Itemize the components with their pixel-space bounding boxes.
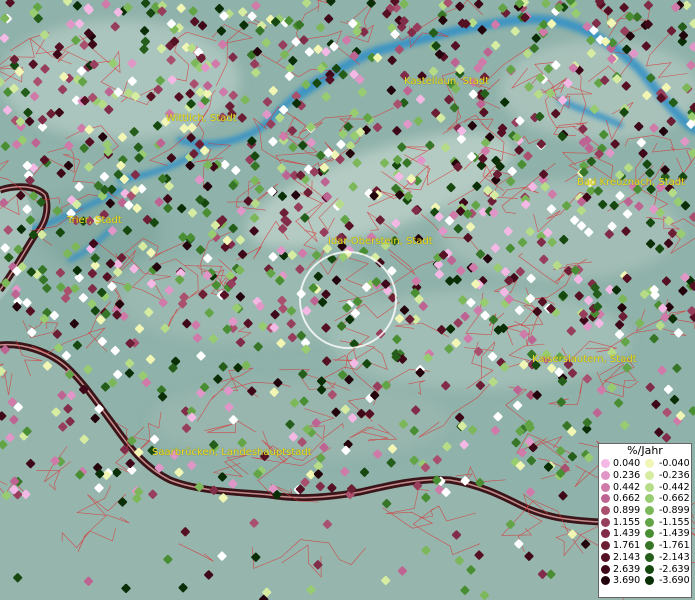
- legend-row: 2.143 -2.143: [601, 552, 691, 564]
- legend-value-negative: -0.442: [659, 481, 690, 493]
- city-label-wittlich: Wittlich, Stadt: [166, 113, 237, 124]
- legend-swatch-negative: [645, 459, 654, 469]
- legend-value-negative: -1.155: [659, 516, 690, 528]
- legend-swatch-positive: [601, 564, 610, 574]
- legend-value-positive: 0.662: [613, 493, 641, 505]
- legend-value-positive: 0.040: [613, 458, 641, 470]
- legend-swatch-negative: [645, 529, 654, 539]
- legend-swatch-positive: [601, 541, 610, 551]
- legend-value-negative: -3.690: [659, 575, 690, 587]
- legend-swatch-positive: [601, 471, 610, 481]
- legend-title: %/Jahr: [627, 444, 663, 457]
- legend-value-positive: 0.899: [613, 505, 641, 517]
- legend-row: 0.899 -0.899: [601, 505, 691, 517]
- legend-swatch-positive: [601, 482, 610, 492]
- legend-swatch-negative: [645, 517, 654, 527]
- legend-value-positive: 0.442: [613, 481, 641, 493]
- legend-value-negative: -0.662: [659, 493, 690, 505]
- legend-row: 3.690 -3.690: [601, 575, 691, 587]
- legend-value-positive: 1.155: [613, 516, 641, 528]
- legend-row: 1.155 -1.155: [601, 516, 691, 528]
- legend-swatch-negative: [645, 471, 654, 481]
- legend-value-negative: -1.439: [659, 528, 690, 540]
- legend-value-positive: 2.143: [613, 551, 641, 563]
- legend-swatch-positive: [601, 576, 610, 586]
- legend-swatch-negative: [645, 541, 654, 551]
- legend-swatch-negative: [645, 552, 654, 562]
- legend-value-positive: 0.236: [613, 470, 641, 482]
- legend-value-negative: -2.639: [659, 563, 690, 575]
- legend-row: 0.442 -0.442: [601, 481, 691, 493]
- legend-row: 1.439 -1.439: [601, 528, 691, 540]
- legend-swatch-negative: [645, 576, 654, 586]
- legend-value-positive: 1.439: [613, 528, 641, 540]
- map-legend: %/Jahr 0.040 -0.040 0.236 -0.236 0.442 -0.442…: [598, 443, 692, 598]
- legend-swatch-positive: [601, 552, 610, 562]
- legend-value-negative: -0.040: [659, 458, 690, 470]
- legend-value-negative: -2.143: [659, 551, 690, 563]
- legend-swatch-negative: [645, 482, 654, 492]
- selection-circle[interactable]: [299, 251, 397, 349]
- legend-swatch-positive: [601, 459, 610, 469]
- city-label-trier: Trier, Stadt: [67, 215, 122, 226]
- legend-value-negative: -0.899: [659, 505, 690, 517]
- legend-value-positive: 2.639: [613, 563, 641, 575]
- city-label-idar-oberstein: Idar-Oberstein, Stadt: [328, 236, 433, 247]
- legend-value-positive: 1.761: [613, 540, 641, 552]
- legend-swatch-positive: [601, 506, 610, 516]
- legend-swatch-positive: [601, 494, 610, 504]
- city-label-saarbruecken: Saarbrücken, Landeshauptstadt: [152, 447, 312, 458]
- legend-swatch-positive: [601, 529, 610, 539]
- legend-rows: 0.040 -0.040 0.236 -0.236 0.442 -0.442 0.662 -0…: [601, 458, 691, 587]
- map-view[interactable]: Kastellaun, Stadt Wittlich, Stadt Bad Kr…: [0, 0, 695, 600]
- legend-row: 1.761 -1.761: [601, 540, 691, 552]
- legend-swatch-positive: [601, 517, 610, 527]
- legend-value-negative: -0.236: [659, 470, 690, 482]
- legend-row: 0.662 -0.662: [601, 493, 691, 505]
- legend-row: 0.236 -0.236: [601, 470, 691, 482]
- legend-row: 0.040 -0.040: [601, 458, 691, 470]
- city-label-kastellaun: Kastellaun, Stadt: [404, 76, 490, 87]
- legend-swatch-negative: [645, 494, 654, 504]
- city-label-bad-kreuznach: Bad Kreuznach, Stadt: [577, 177, 686, 188]
- city-label-kaiserslautern: Kaiserslautern, Stadt: [532, 354, 637, 365]
- legend-value-positive: 3.690: [613, 575, 641, 587]
- legend-value-negative: -1.761: [659, 540, 690, 552]
- legend-swatch-negative: [645, 564, 654, 574]
- legend-swatch-negative: [645, 506, 654, 516]
- legend-row: 2.639 -2.639: [601, 563, 691, 575]
